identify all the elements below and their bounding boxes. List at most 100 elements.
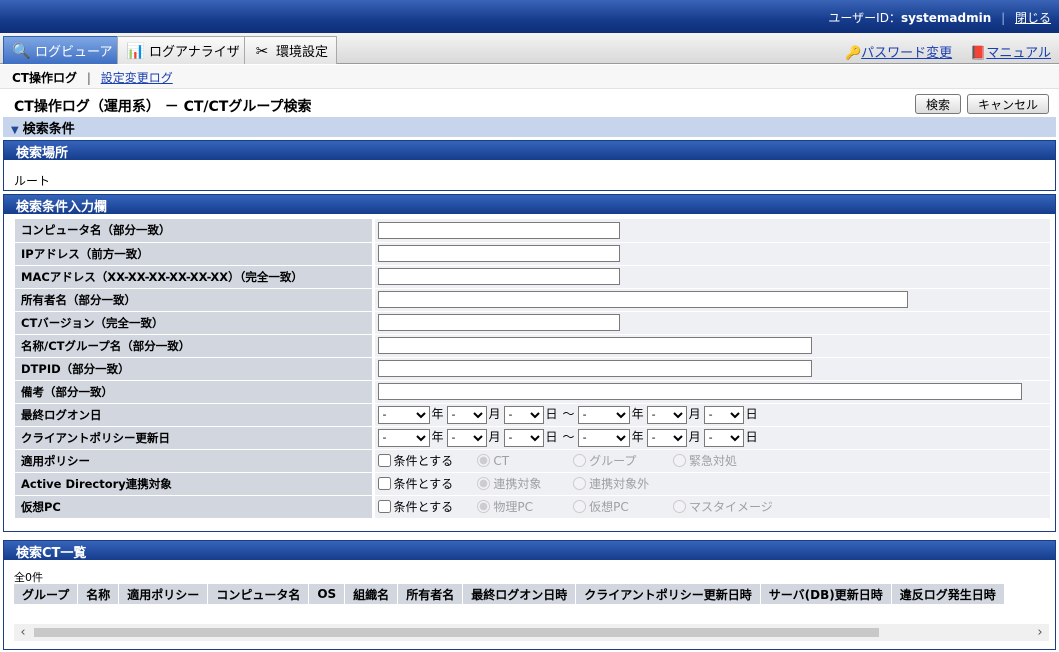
tools-icon: ✂: [255, 41, 269, 60]
form-row: CTバージョン（完全一致）: [15, 311, 1050, 335]
ct-version-input[interactable]: [377, 314, 620, 331]
column-header[interactable]: OS: [308, 584, 346, 604]
tab-settings[interactable]: ✂ 環境設定: [244, 36, 338, 64]
result-count: 全0件: [14, 571, 43, 584]
tab-label: ログビューア: [35, 45, 113, 60]
manual-icon: 📕: [970, 46, 987, 61]
separator: |: [86, 71, 91, 85]
column-header[interactable]: コンピュータ名: [207, 584, 310, 604]
scrollbar-thumb[interactable]: [34, 628, 879, 637]
owner-name-label: 所有者名（部分一致）: [15, 288, 375, 312]
form-row: 仮想PC 条件とする 物理PC 仮想PC マスタイメージ: [15, 495, 1050, 519]
column-header[interactable]: 適用ポリシー: [118, 584, 209, 604]
last-logon-to-year-select[interactable]: -: [577, 405, 630, 424]
page-title: CT操作ログ（運用系） － CT/CTグループ検索: [14, 99, 312, 115]
group-name-input[interactable]: [377, 337, 812, 354]
user-area: ユーザーID：systemadmin | 閉じる: [828, 9, 1051, 26]
search-button[interactable]: 検索: [914, 94, 961, 114]
top-links: 🔑パスワード変更 📕マニュアル: [845, 42, 1051, 61]
column-header[interactable]: クライアントポリシー更新日時: [575, 584, 761, 604]
applied-policy-condition-checkbox[interactable]: 条件とする: [377, 452, 474, 469]
form-row: IPアドレス（前方一致）: [15, 242, 1050, 266]
subnav-settings-change-log-link[interactable]: 設定変更ログ: [101, 71, 173, 85]
scroll-left-icon[interactable]: ‹: [14, 624, 32, 641]
policy-update-to-year-select[interactable]: -: [577, 428, 630, 447]
last-logon-from-year-select[interactable]: -: [377, 405, 430, 424]
conditions-header-label: 検索条件: [22, 122, 75, 137]
virtual-pc-condition-checkbox[interactable]: 条件とする: [377, 498, 474, 515]
owner-name-input[interactable]: [377, 291, 908, 308]
form-row: Active Directory連携対象 条件とする 連携対象 連携対象外: [15, 472, 1050, 496]
dtpid-label: DTPID（部分一致）: [15, 357, 375, 381]
policy-update-label: クライアントポリシー更新日: [15, 426, 375, 450]
cancel-button[interactable]: キャンセル: [966, 94, 1049, 114]
conditions-header[interactable]: ▼ 検索条件: [3, 117, 1056, 137]
form-row: クライアントポリシー更新日 - 年 - 月 - 日～ - 年 - 月 - 日: [15, 426, 1050, 450]
form-row: 所有者名（部分一致）: [15, 288, 1050, 312]
tab-label: ログアナライザ: [149, 45, 240, 60]
policy-update-from-year-select[interactable]: -: [377, 428, 430, 447]
horizontal-scrollbar[interactable]: ‹ ›: [14, 624, 1049, 641]
last-logon-to-month-select[interactable]: -: [646, 405, 687, 424]
scroll-right-icon[interactable]: ›: [1031, 624, 1049, 641]
tab-bar: 🔍 ログビューア 📊 ログアナライザ ✂ 環境設定 🔑パスワード変更 📕マニュア…: [0, 33, 1059, 64]
policy-option-ct-radio[interactable]: CT: [477, 454, 569, 468]
remarks-label: 備考（部分一致）: [15, 380, 375, 404]
last-logon-from-month-select[interactable]: -: [446, 405, 487, 424]
ip-address-label: IPアドレス（前方一致）: [15, 242, 375, 266]
policy-option-emergency-radio[interactable]: 緊急対処: [672, 452, 737, 469]
ct-list-table: グループ 名称 適用ポリシー コンピュータ名 OS 組織名 所有者名 最終ログオン日時 クライア…: [14, 584, 1005, 604]
password-change-link[interactable]: パスワード変更: [861, 46, 952, 61]
ad-option-non-target-radio[interactable]: 連携対象外: [573, 475, 649, 492]
mac-address-label: MACアドレス（XX-XX-XX-XX-XX-XX）（完全一致）: [15, 265, 375, 289]
policy-update-from-month-select[interactable]: -: [446, 428, 487, 447]
ct-list-table-wrap: グループ 名称 適用ポリシー コンピュータ名 OS 組織名 所有者名 最終ログオン日時 クライア…: [14, 584, 1049, 604]
last-logon-label: 最終ログオン日: [15, 403, 375, 427]
search-form-section: 検索条件入力欄 コンピュータ名（部分一致） IPアドレス（前方一致） MACアド…: [3, 194, 1056, 532]
table-header-row: グループ 名称 適用ポリシー コンピュータ名 OS 組織名 所有者名 最終ログオン日時 クライア…: [14, 584, 1005, 604]
tab-log-viewer[interactable]: 🔍 ログビューア: [3, 36, 122, 64]
search-form-title: 検索条件入力欄: [4, 195, 1055, 215]
policy-option-group-radio[interactable]: グループ: [573, 452, 669, 469]
policy-update-from-day-select[interactable]: -: [503, 428, 544, 447]
applied-policy-label: 適用ポリシー: [15, 449, 375, 473]
column-header[interactable]: 組織名: [344, 584, 399, 604]
last-logon-to-day-select[interactable]: -: [703, 405, 744, 424]
form-row: 名称/CTグループ名（部分一致）: [15, 334, 1050, 358]
policy-update-to-day-select[interactable]: -: [703, 428, 744, 447]
column-header[interactable]: 名称: [77, 584, 120, 604]
form-row: MACアドレス（XX-XX-XX-XX-XX-XX）（完全一致）: [15, 265, 1050, 289]
collapse-triangle-icon: ▼: [11, 125, 19, 136]
column-header[interactable]: 最終ログオン日時: [462, 584, 577, 604]
dtpid-input[interactable]: [377, 360, 812, 377]
log-analyzer-icon: 📊: [126, 41, 145, 60]
ip-address-input[interactable]: [377, 245, 620, 262]
last-logon-from-day-select[interactable]: -: [503, 405, 544, 424]
ct-list-title: 検索CT一覧: [4, 541, 1055, 561]
ct-list-section: 検索CT一覧 全0件 グループ 名称 適用ポリシー コンピュータ名 OS 組織名 所有者名最…: [3, 540, 1056, 650]
remarks-input[interactable]: [377, 383, 1022, 400]
ad-target-condition-checkbox[interactable]: 条件とする: [377, 475, 474, 492]
ad-option-target-radio[interactable]: 連携対象: [477, 475, 569, 492]
search-form-table: コンピュータ名（部分一致） IPアドレス（前方一致） MACアドレス（XX-XX…: [15, 219, 1050, 519]
column-header[interactable]: 所有者名: [397, 584, 464, 604]
column-header[interactable]: 違反ログ発生日時: [891, 584, 1005, 604]
policy-update-to-month-select[interactable]: -: [646, 428, 687, 447]
user-id-value: systemadmin: [900, 11, 992, 25]
vpc-option-virtual-radio[interactable]: 仮想PC: [573, 498, 669, 515]
form-row: 最終ログオン日 - 年 - 月 - 日～ - 年 - 月 - 日: [15, 403, 1050, 427]
group-name-label: 名称/CTグループ名（部分一致）: [15, 334, 375, 358]
computer-name-input[interactable]: [377, 221, 620, 239]
column-header[interactable]: グループ: [14, 584, 79, 604]
ad-target-label: Active Directory連携対象: [15, 472, 375, 496]
key-icon: 🔑: [845, 46, 862, 61]
tab-log-analyzer[interactable]: 📊 ログアナライザ: [117, 36, 249, 64]
vpc-option-physical-radio[interactable]: 物理PC: [477, 498, 569, 515]
mac-address-input[interactable]: [377, 268, 620, 285]
close-link[interactable]: 閉じる: [1015, 11, 1051, 25]
manual-link[interactable]: マニュアル: [986, 46, 1051, 61]
search-location-title: 検索場所: [4, 141, 1055, 161]
vpc-option-master-image-radio[interactable]: マスタイメージ: [672, 498, 773, 515]
column-header[interactable]: サーバ(DB)更新日時: [760, 584, 892, 604]
log-viewer-icon: 🔍: [12, 41, 31, 60]
